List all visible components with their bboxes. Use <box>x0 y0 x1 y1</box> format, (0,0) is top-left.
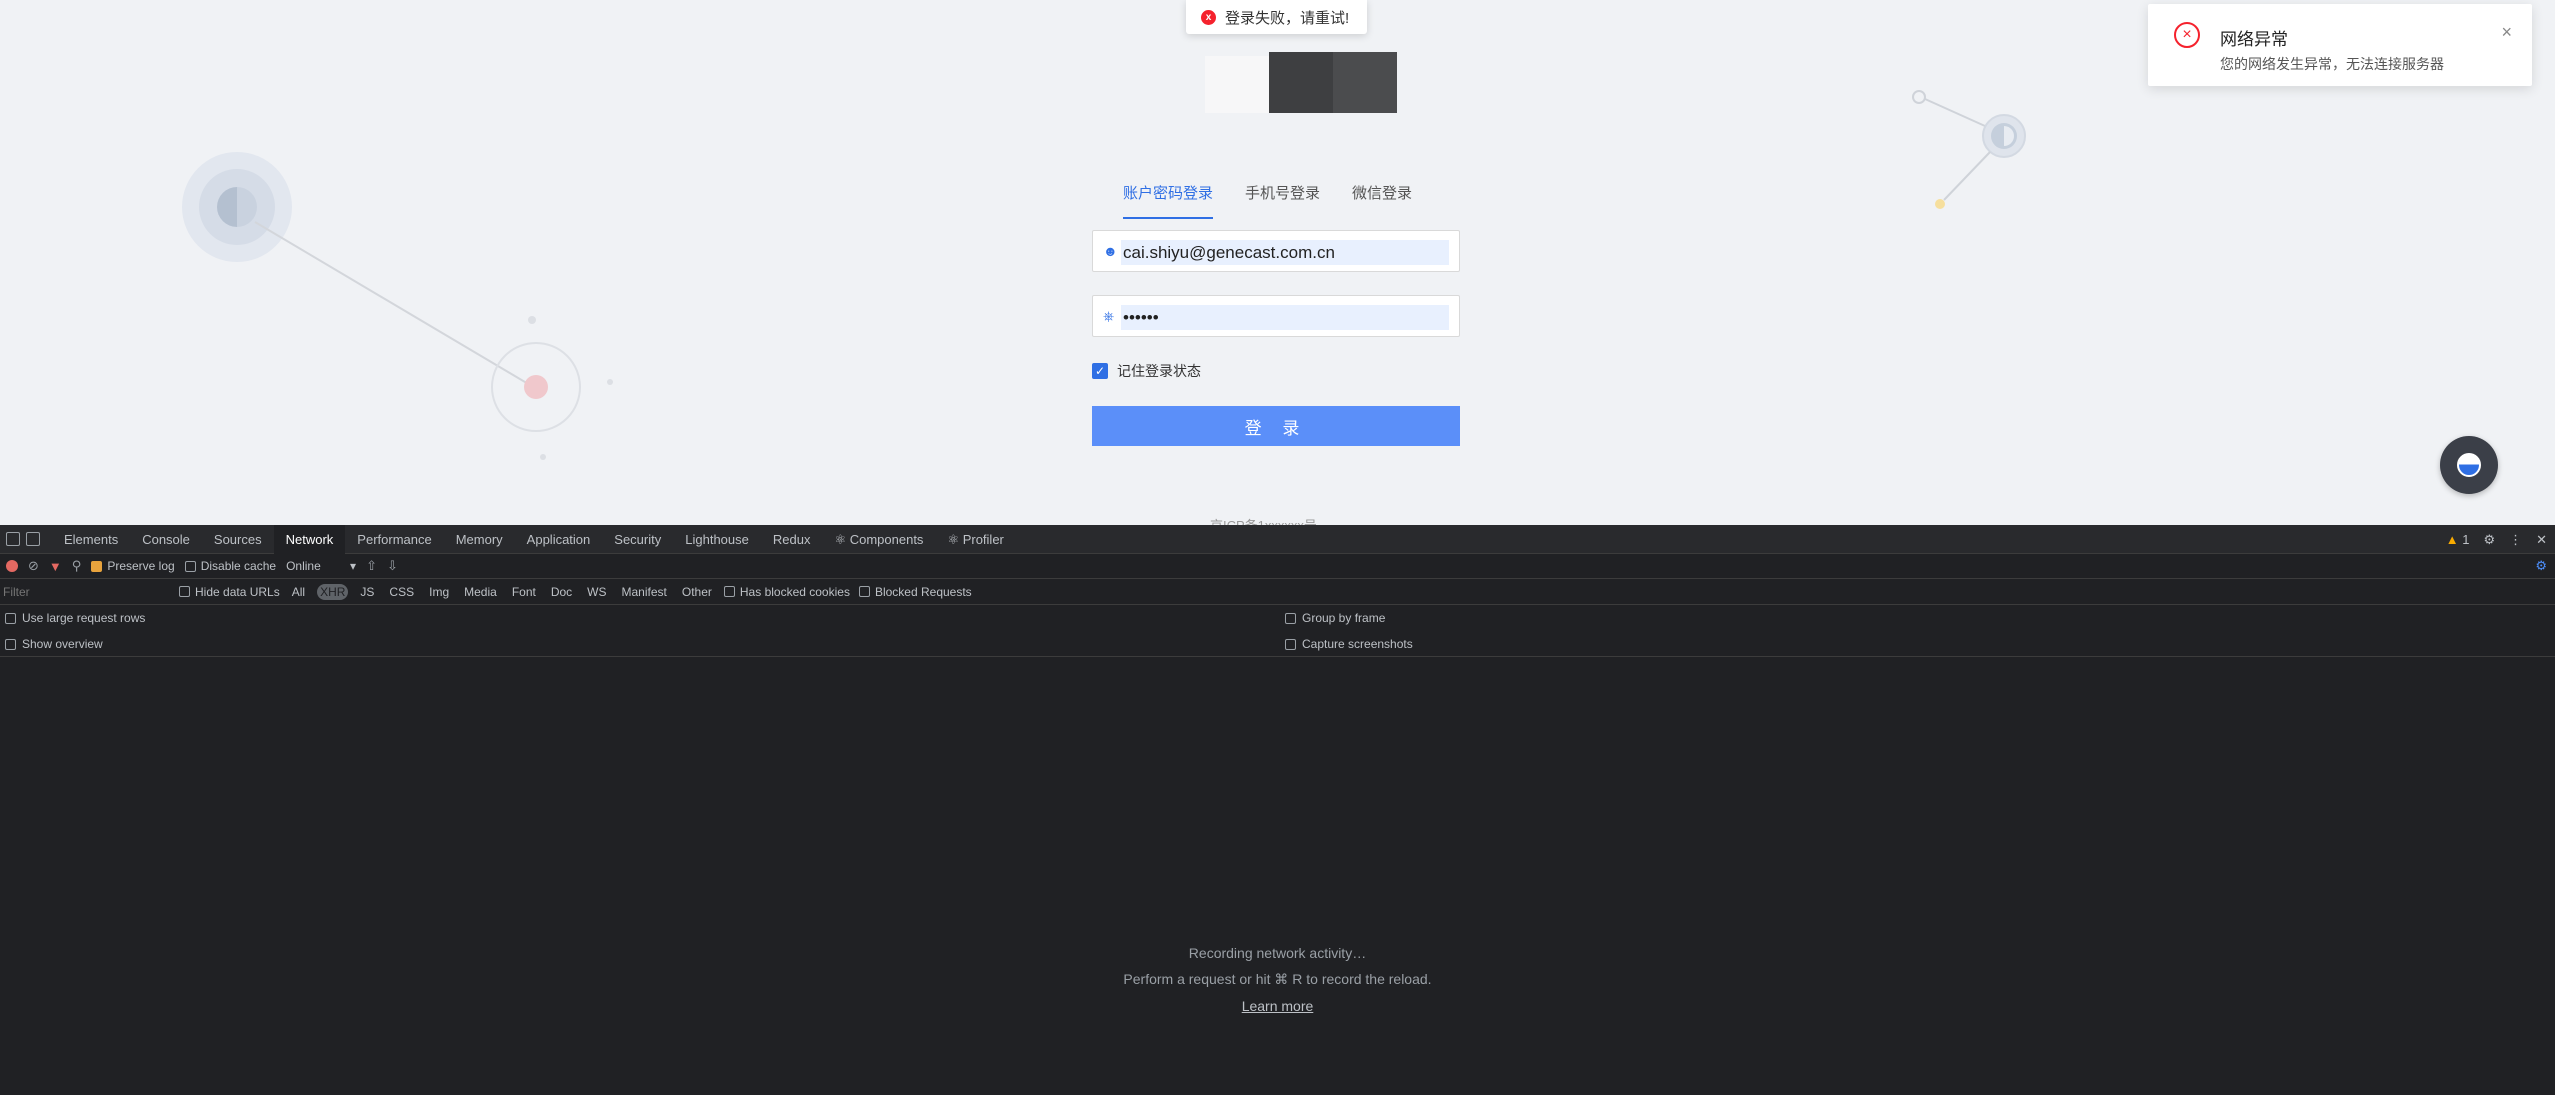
warning-badge[interactable]: ▲ 1 <box>2446 532 2470 547</box>
remember-label: 记住登录状态 <box>1117 363 1201 379</box>
show-overview-label: Show overview <box>22 637 103 651</box>
tab-redux[interactable]: Redux <box>761 525 823 554</box>
capture-screenshots-label: Capture screenshots <box>1302 637 1413 651</box>
close-circle-icon: × <box>2174 22 2200 48</box>
type-js[interactable]: JS <box>357 584 377 600</box>
blocked-requests-label: Blocked Requests <box>874 584 972 599</box>
assistant-icon <box>2457 453 2481 477</box>
filter-input[interactable] <box>0 581 162 602</box>
has-blocked-cookies-label: Has blocked cookies <box>739 584 850 599</box>
remember-checkbox[interactable]: ✓ <box>1092 363 1108 379</box>
network-empty-state: Recording network activity… Perform a re… <box>0 945 2555 1024</box>
type-other[interactable]: Other <box>679 584 715 600</box>
disable-cache-label: Disable cache <box>200 559 277 573</box>
disable-cache-checkbox[interactable]: Disable cache <box>184 559 277 573</box>
record-button[interactable] <box>6 560 18 572</box>
hide-data-urls-label: Hide data URLs <box>195 584 280 599</box>
type-img[interactable]: Img <box>426 584 452 600</box>
tab-application[interactable]: Application <box>515 525 603 554</box>
password-field: ⎈ <box>1092 295 1460 337</box>
device-toolbar-icon[interactable] <box>26 532 40 546</box>
tab-phone-login[interactable]: 手机号登录 <box>1245 180 1320 219</box>
type-all[interactable]: All <box>289 584 308 600</box>
devtools-tabbar: Elements Console Sources Network Perform… <box>0 524 2555 554</box>
hide-data-urls-checkbox[interactable]: Hide data URLs <box>179 585 280 599</box>
remember-login: ✓ 记住登录状态 <box>1092 361 1201 381</box>
tab-elements[interactable]: Elements <box>52 525 130 554</box>
network-toolbar: ⊘ ▼ ⚲ Preserve log Disable cache Online ▾… <box>0 554 2555 579</box>
group-by-frame-label: Group by frame <box>1302 611 1386 625</box>
toast-message: 登录失败，请重试! <box>1225 9 1350 27</box>
has-blocked-cookies-checkbox[interactable]: Has blocked cookies <box>723 584 850 599</box>
network-error-notification: × 网络异常 您的网络发生异常，无法连接服务器 × <box>2148 4 2532 86</box>
close-icon[interactable]: × <box>2501 22 2512 43</box>
tab-memory[interactable]: Memory <box>444 525 515 554</box>
tab-profiler[interactable]: ⚛ Profiler <box>935 525 1015 554</box>
tab-account-login[interactable]: 账户密码登录 <box>1123 180 1214 219</box>
type-css[interactable]: CSS <box>386 584 417 600</box>
chevron-down-icon: ▾ <box>350 559 357 573</box>
import-har-icon[interactable]: ⇧ <box>366 558 377 574</box>
throttling-value: Online <box>286 559 321 573</box>
error-toast: x 登录失败，请重试! <box>1186 0 1367 34</box>
group-by-frame-checkbox[interactable]: Group by frame <box>1285 611 1385 625</box>
tab-network[interactable]: Network <box>273 524 346 554</box>
tab-security[interactable]: Security <box>602 525 673 554</box>
reload-hint: Perform a request or hit ⌘ R to record t… <box>1123 971 1432 987</box>
preserve-log-checkbox[interactable]: Preserve log <box>91 559 175 573</box>
show-overview-checkbox[interactable]: Show overview <box>5 637 103 651</box>
logo <box>1205 52 1397 113</box>
export-har-icon[interactable]: ⇩ <box>387 558 398 574</box>
type-ws[interactable]: WS <box>584 584 609 600</box>
type-font[interactable]: Font <box>509 584 539 600</box>
preserve-log-label: Preserve log <box>107 559 175 573</box>
type-manifest[interactable]: Manifest <box>619 584 670 600</box>
close-icon[interactable]: ✕ <box>2536 532 2547 548</box>
tab-console[interactable]: Console <box>130 525 202 554</box>
learn-more-link[interactable]: Learn more <box>0 998 2555 1014</box>
warning-icon: ▲ <box>2445 532 2459 547</box>
capture-screenshots-checkbox[interactable]: Capture screenshots <box>1285 637 1413 651</box>
type-media[interactable]: Media <box>461 584 500 600</box>
floating-assistant-button[interactable] <box>2440 436 2498 494</box>
user-icon: ☻ <box>1103 243 1118 259</box>
recording-text: Recording network activity… <box>1188 945 1367 961</box>
throttling-select[interactable]: Online ▾ <box>286 559 356 573</box>
clear-icon[interactable]: ⊘ <box>28 558 39 574</box>
large-rows-label: Use large request rows <box>22 611 146 625</box>
search-icon[interactable]: ⚲ <box>72 558 82 574</box>
tab-lighthouse[interactable]: Lighthouse <box>673 525 761 554</box>
notification-description: 您的网络发生异常，无法连接服务器 <box>2220 56 2444 72</box>
gear-icon[interactable]: ⚙ <box>2483 532 2495 548</box>
username-input[interactable] <box>1121 240 1449 265</box>
warning-count: 1 <box>2462 532 2470 547</box>
tab-performance[interactable]: Performance <box>345 525 443 554</box>
large-rows-checkbox[interactable]: Use large request rows <box>5 611 145 625</box>
blocked-requests-checkbox[interactable]: Blocked Requests <box>858 584 972 599</box>
devtools-panel: Elements Console Sources Network Perform… <box>0 524 2555 1095</box>
footer-text: 京ICP备1xxxxxx号 <box>1210 517 1317 525</box>
tab-sources[interactable]: Sources <box>202 525 274 554</box>
type-doc[interactable]: Doc <box>548 584 575 600</box>
inspect-icon[interactable] <box>6 532 20 546</box>
password-input[interactable] <box>1121 305 1449 330</box>
login-page: x 登录失败，请重试! × 网络异常 您的网络发生异常，无法连接服务器 × 账户… <box>0 0 2555 525</box>
error-icon: x <box>1201 9 1216 25</box>
lock-icon: ⎈ <box>1103 308 1115 324</box>
filter-bar: Hide data URLs All XHR JS CSS Img Media … <box>0 579 2555 605</box>
more-icon[interactable]: ⋮ <box>2509 532 2522 548</box>
tab-components[interactable]: ⚛ Components <box>822 525 935 554</box>
type-xhr[interactable]: XHR <box>317 583 349 600</box>
network-settings-icon[interactable]: ⚙ <box>2535 558 2547 574</box>
username-field: ☻ <box>1092 230 1460 272</box>
tab-wechat-login[interactable]: 微信登录 <box>1352 180 1412 219</box>
login-button[interactable]: 登 录 <box>1092 406 1460 446</box>
filter-icon[interactable]: ▼ <box>49 559 62 574</box>
notification-title: 网络异常 <box>2220 30 2288 49</box>
devtools-actions: ▲ 1 ⚙ ⋮ ✕ <box>2446 525 2547 554</box>
network-options: Use large request rows Show overview Gro… <box>0 605 2555 657</box>
login-tabs: 账户密码登录 手机号登录 微信登录 <box>1123 180 1444 219</box>
